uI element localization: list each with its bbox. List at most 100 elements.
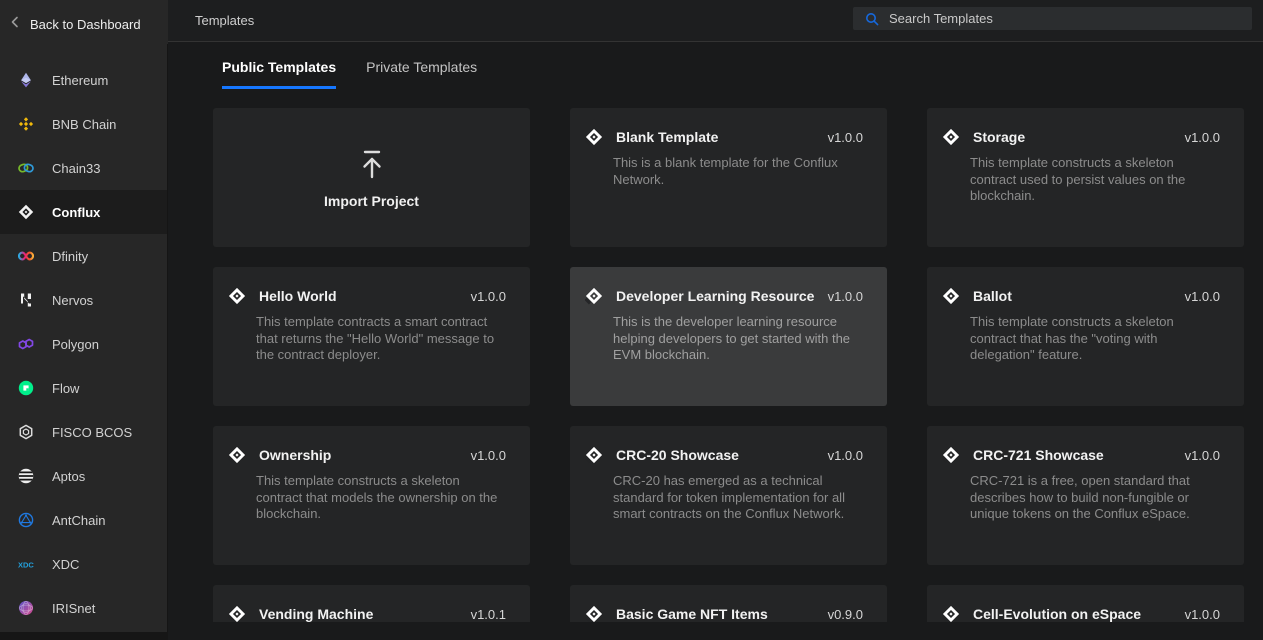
template-card-developer-learning-resource[interactable]: Developer Learning Resource v1.0.0 This …: [570, 267, 887, 406]
sidebar-item-aptos[interactable]: Aptos: [0, 454, 168, 498]
template-card-hello-world[interactable]: Hello World v1.0.0 This template contrac…: [213, 267, 530, 406]
template-title: Storage: [973, 129, 1025, 145]
search-box: [853, 7, 1252, 30]
template-version: v1.0.0: [828, 130, 863, 145]
card-header: Developer Learning Resource v1.0.0: [570, 267, 887, 305]
sidebar-item-antchain[interactable]: AntChain: [0, 498, 168, 542]
sidebar-item-label: Aptos: [52, 469, 85, 484]
card-header: CRC-721 Showcase v1.0.0: [927, 426, 1244, 464]
conflux-logo-icon: [942, 605, 960, 622]
sidebar-item-label: FISCO BCOS: [52, 425, 132, 440]
template-version: v1.0.0: [1185, 448, 1220, 463]
bnb-chain-icon: [18, 116, 34, 132]
card-header: Ownership v1.0.0: [213, 426, 530, 464]
conflux-logo-icon: [942, 446, 960, 464]
search-icon: [865, 12, 879, 26]
chain33-icon: [18, 160, 34, 176]
template-description: This template contracts a smart contract…: [256, 314, 504, 364]
card-header: Basic Game NFT Items v0.9.0: [570, 585, 887, 622]
sidebar-item-label: Polygon: [52, 337, 99, 352]
sidebar-item-ethereum[interactable]: Ethereum: [0, 58, 168, 102]
template-card-blank-template[interactable]: Blank Template v1.0.0 This is a blank te…: [570, 108, 887, 247]
sidebar-item-label: AntChain: [52, 513, 105, 528]
templates-content: Public Templates Private Templates Impor…: [168, 43, 1263, 640]
dfinity-icon: [18, 248, 34, 264]
template-version: v0.9.0: [828, 607, 863, 622]
template-title: Ownership: [259, 447, 331, 463]
template-title: Developer Learning Resource: [616, 288, 814, 304]
template-title: Blank Template: [616, 129, 718, 145]
sidebar-item-chain33[interactable]: Chain33: [0, 146, 168, 190]
sidebar-item-label: XDC: [52, 557, 79, 572]
conflux-icon: [18, 204, 34, 220]
tab-public-templates[interactable]: Public Templates: [222, 59, 336, 89]
template-title: Vending Machine: [259, 606, 373, 622]
template-title: Hello World: [259, 288, 337, 304]
card-header: Ballot v1.0.0: [927, 267, 1244, 305]
template-version: v1.0.0: [1185, 130, 1220, 145]
nervos-icon: [18, 292, 34, 308]
sidebar-item-nervos[interactable]: Nervos: [0, 278, 168, 322]
card-header: Cell-Evolution on eSpace v1.0.0: [927, 585, 1244, 622]
template-version: v1.0.0: [1185, 607, 1220, 622]
template-version: v1.0.0: [1185, 289, 1220, 304]
template-card-crc-721-showcase[interactable]: CRC-721 Showcase v1.0.0 CRC-721 is a fre…: [927, 426, 1244, 565]
template-version: v1.0.1: [471, 607, 506, 622]
import-project-card[interactable]: Import Project: [213, 108, 530, 247]
template-version: v1.0.0: [828, 289, 863, 304]
sidebar-item-label: Flow: [52, 381, 79, 396]
sidebar-item-label: Chain33: [52, 161, 100, 176]
svg-text:XDC: XDC: [18, 561, 34, 570]
sidebar-item-label: Dfinity: [52, 249, 88, 264]
sidebar-item-irisnet[interactable]: IRISnet: [0, 586, 168, 630]
aptos-icon: [18, 468, 34, 484]
template-title: Ballot: [973, 288, 1012, 304]
tab-private-templates[interactable]: Private Templates: [366, 59, 477, 89]
sidebar-item-bnb-chain[interactable]: BNB Chain: [0, 102, 168, 146]
template-version: v1.0.0: [828, 448, 863, 463]
sidebar: Back to Dashboard Ethereum BNB Chain Cha…: [0, 0, 168, 632]
ethereum-icon: [18, 72, 34, 88]
template-title: Basic Game NFT Items: [616, 606, 768, 622]
tabs: Public Templates Private Templates: [222, 59, 477, 89]
flow-icon: [18, 380, 34, 396]
card-header: Hello World v1.0.0: [213, 267, 530, 305]
sidebar-item-label: IRISnet: [52, 601, 95, 616]
conflux-logo-icon: [585, 128, 603, 146]
antchain-icon: [18, 512, 34, 528]
template-card-ownership[interactable]: Ownership v1.0.0 This template construct…: [213, 426, 530, 565]
template-title: CRC-721 Showcase: [973, 447, 1104, 463]
template-title: CRC-20 Showcase: [616, 447, 739, 463]
template-card-cell-evolution-on-espace[interactable]: Cell-Evolution on eSpace v1.0.0: [927, 585, 1244, 622]
conflux-logo-icon: [585, 605, 603, 622]
sidebar-item-xdc[interactable]: XDC XDC: [0, 542, 168, 586]
card-header: Storage v1.0.0: [927, 108, 1244, 146]
sidebar-item-flow[interactable]: Flow: [0, 366, 168, 410]
chevron-left-icon: [9, 15, 21, 33]
search-input[interactable]: [879, 7, 1252, 30]
topbar: Templates: [168, 0, 1263, 42]
template-description: This template constructs a skeleton cont…: [256, 473, 504, 523]
template-card-ballot[interactable]: Ballot v1.0.0 This template constructs a…: [927, 267, 1244, 406]
irisnet-icon: [18, 600, 34, 616]
sidebar-item-dfinity[interactable]: Dfinity: [0, 234, 168, 278]
upload-arrow-icon: [355, 147, 389, 181]
conflux-logo-icon: [942, 287, 960, 305]
template-card-basic-game-nft-items[interactable]: Basic Game NFT Items v0.9.0: [570, 585, 887, 622]
template-card-storage[interactable]: Storage v1.0.0 This template constructs …: [927, 108, 1244, 247]
main-area: Templates Public Templates Private Templ…: [168, 0, 1263, 640]
sidebar-item-polygon[interactable]: Polygon: [0, 322, 168, 366]
sidebar-nav: Ethereum BNB Chain Chain33 Conflux Dfini…: [0, 58, 168, 630]
template-card-vending-machine[interactable]: Vending Machine v1.0.1: [213, 585, 530, 622]
back-label: Back to Dashboard: [30, 17, 141, 32]
sidebar-item-conflux[interactable]: Conflux: [0, 190, 168, 234]
fisco-bcos-icon: [18, 424, 34, 440]
template-version: v1.0.0: [471, 289, 506, 304]
back-to-dashboard-button[interactable]: Back to Dashboard: [0, 0, 168, 48]
polygon-icon: [18, 336, 34, 352]
sidebar-item-label: Ethereum: [52, 73, 108, 88]
template-title: Cell-Evolution on eSpace: [973, 606, 1141, 622]
sidebar-item-fisco-bcos[interactable]: FISCO BCOS: [0, 410, 168, 454]
template-card-crc-20-showcase[interactable]: CRC-20 Showcase v1.0.0 CRC-20 has emerge…: [570, 426, 887, 565]
conflux-logo-icon: [942, 128, 960, 146]
